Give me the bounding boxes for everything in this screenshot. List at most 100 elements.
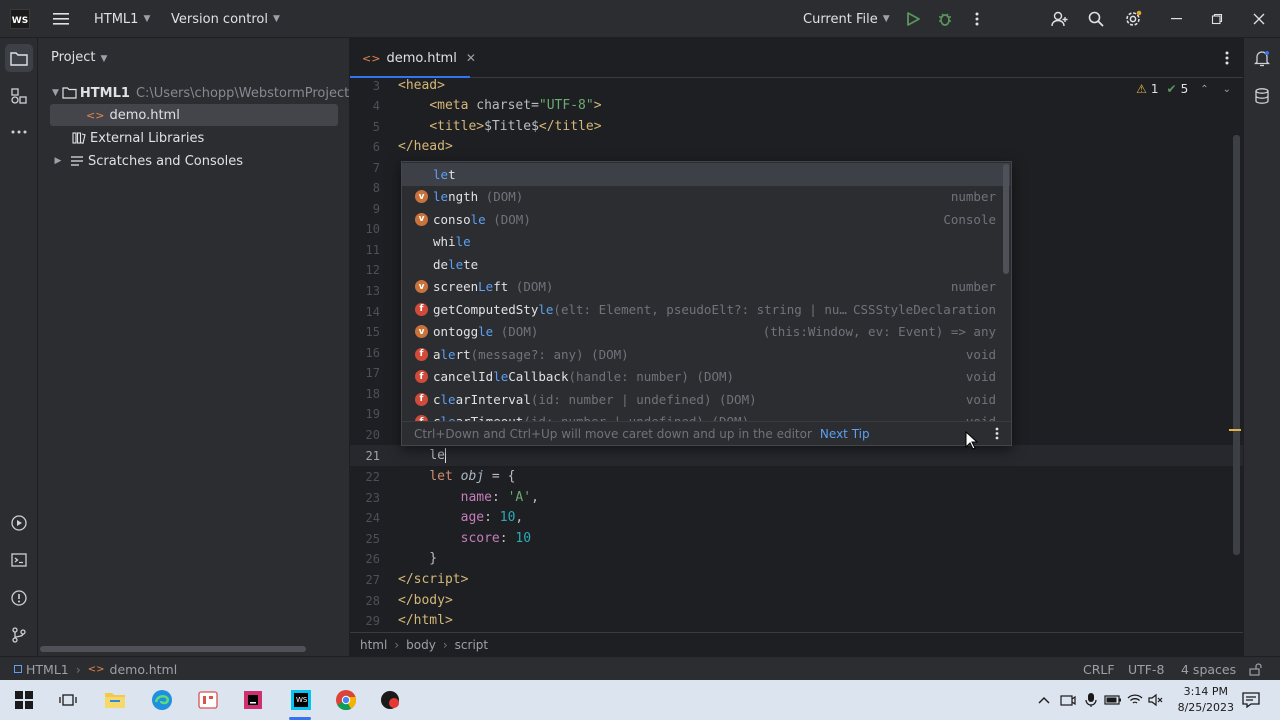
git-branch-icon[interactable] [5,621,33,649]
code-line[interactable]: </head> [398,137,453,157]
terminal-icon[interactable] [5,546,33,574]
project-tool-window-folder-icon[interactable] [5,44,33,72]
wifi-icon[interactable] [1125,688,1145,712]
inspection-widget[interactable]: ⚠ 1 ✔ 5 ⌃ ⌄ [1136,82,1231,96]
code-line[interactable]: </script> [398,570,468,590]
tree-item-demo-html[interactable]: <> demo.html [50,104,338,126]
vertical-scrollbar[interactable] [1233,135,1240,555]
completion-name-prefix: getComputedSty [433,301,539,317]
minimize-icon[interactable] [1162,0,1192,38]
code-line[interactable]: <title>$Title$</title> [398,117,601,137]
completion-item-name: getComputedStyle(elt: Element, pseudoElt… [433,302,847,317]
edge-browser-icon[interactable] [150,688,174,712]
task-view-icon[interactable] [56,688,80,712]
completion-item-name: cancelIdleCallback(handle: number) (DOM) [433,369,734,384]
file-explorer-icon[interactable] [103,688,127,712]
battery-icon[interactable] [1103,688,1123,712]
office-app-icon[interactable] [196,688,220,712]
line-separator[interactable]: CRLF [1083,657,1115,681]
main-menu-icon[interactable] [46,0,76,38]
code-line-current[interactable]: le [398,446,446,466]
restore-icon[interactable] [1202,0,1232,38]
close-tab-icon[interactable]: ✕ [466,51,476,65]
speaker-muted-icon[interactable] [1146,688,1166,712]
code-line[interactable]: score: 10 [398,529,531,549]
current-line-highlight [350,445,1243,466]
chevron-up-icon[interactable]: ⌃ [1200,84,1208,95]
debug-icon[interactable] [930,0,960,38]
tree-item-external-libraries[interactable]: External Libraries [38,127,350,149]
completion-scrollbar[interactable] [1003,164,1009,274]
completion-item[interactable]: f clearInterval(id: number | undefined) (… [402,388,1010,411]
code-line[interactable]: <head> [398,76,445,96]
breadcrumb-item[interactable]: script [455,638,488,652]
code-line[interactable]: age: 10, [398,508,524,528]
project-panel-header[interactable]: Project ▼ [51,50,107,65]
tab-demo-html[interactable]: <> demo.html ✕ [350,38,476,78]
code-line[interactable]: <meta charset="UTF-8"> [398,96,601,116]
chevron-right-icon[interactable]: ▶ [52,156,64,166]
microphone-icon[interactable] [1081,688,1101,712]
add-user-icon[interactable] [1045,0,1075,38]
editor-tab-menu-icon[interactable] [1225,50,1229,69]
editor-tab-bar: <> demo.html ✕ [350,38,1243,78]
run-config-selector[interactable]: Current File ▼ [803,0,890,38]
breadcrumb-item[interactable]: body [406,638,436,652]
more-actions-icon[interactable] [962,0,992,38]
status-breadcrumb[interactable]: HTML1 › <> demo.html [14,657,177,681]
chevron-up-icon[interactable] [1034,688,1054,712]
completion-item[interactable]: v length (DOM) number [402,186,1010,209]
windows-start-icon[interactable] [12,688,36,712]
completion-item[interactable]: v ontoggle (DOM) (this:Window, ev: Event) … [402,321,1010,344]
tree-item-scratches[interactable]: ▶ Scratches and Consoles [38,150,350,172]
breadcrumb-item[interactable]: html [360,638,387,652]
code-line[interactable]: let obj = { [398,467,515,487]
completion-item[interactable]: f cancelIdleCallback(handle: number) (DOM… [402,366,1010,389]
completion-item[interactable]: f getComputedStyle(elt: Element, pseudoEl… [402,298,1010,321]
code-line[interactable]: name: 'A', [398,488,539,508]
code-line[interactable]: </html> [398,611,453,631]
chevron-down-icon[interactable]: ▼ [52,88,59,98]
settings-gear-icon[interactable] [1118,0,1148,38]
tree-item-project-root[interactable]: ▼ HTML1 C:\Users\chopp\WebstormProjects\… [38,82,350,104]
notification-center-icon[interactable] [1239,688,1263,712]
completion-item[interactable]: let [402,163,1010,186]
completion-name-suffix: ngth [448,189,479,205]
external-libraries-label: External Libraries [90,130,205,146]
chevron-down-icon[interactable]: ⌄ [1223,84,1231,95]
completion-item[interactable]: delete [402,253,1010,276]
next-tip-link[interactable]: Next Tip [820,427,870,441]
search-icon[interactable] [1081,0,1111,38]
webstorm-logo-icon[interactable]: WS [10,9,30,29]
horizontal-scrollbar[interactable] [40,646,306,652]
indent-setting[interactable]: 4 spaces [1181,657,1236,681]
more-tool-windows-icon[interactable] [5,118,33,146]
jetbrains-toolbox-icon[interactable] [241,688,265,712]
database-icon[interactable] [1248,82,1276,110]
run-icon[interactable] [898,0,928,38]
code-line[interactable]: } [398,549,437,569]
completion-item[interactable]: while [402,231,1010,254]
vcs-menu[interactable]: Version control ▼ [171,0,280,38]
webstorm-taskbar-icon[interactable]: WS [287,688,315,712]
completion-item[interactable]: v console (DOM) Console [402,208,1010,231]
chrome-browser-icon[interactable] [334,688,358,712]
close-window-icon[interactable] [1244,0,1274,38]
completion-menu-icon[interactable] [995,427,999,443]
recording-app-icon[interactable] [379,688,403,712]
problems-icon[interactable] [5,584,33,612]
line-number: 23 [365,491,380,505]
completion-item[interactable]: f alert(message?: any) (DOM) void [402,343,1010,366]
structure-icon[interactable] [5,82,33,110]
status-bar: HTML1 › <> demo.html CRLF UTF-8 4 spaces [0,656,1280,680]
services-run-icon[interactable] [5,509,33,537]
system-clock[interactable]: 3:14 PM 8/25/2023 [1178,684,1234,716]
warning-marker[interactable] [1229,429,1241,431]
read-only-lock-icon[interactable] [1249,657,1262,681]
project-switcher[interactable]: HTML1 ▼ [94,0,150,38]
code-line[interactable]: </body> [398,591,453,611]
camera-icon[interactable] [1058,688,1078,712]
file-encoding[interactable]: UTF-8 [1128,657,1164,681]
completion-item[interactable]: v screenLeft (DOM) number [402,276,1010,299]
notifications-bell-icon[interactable] [1248,44,1276,72]
